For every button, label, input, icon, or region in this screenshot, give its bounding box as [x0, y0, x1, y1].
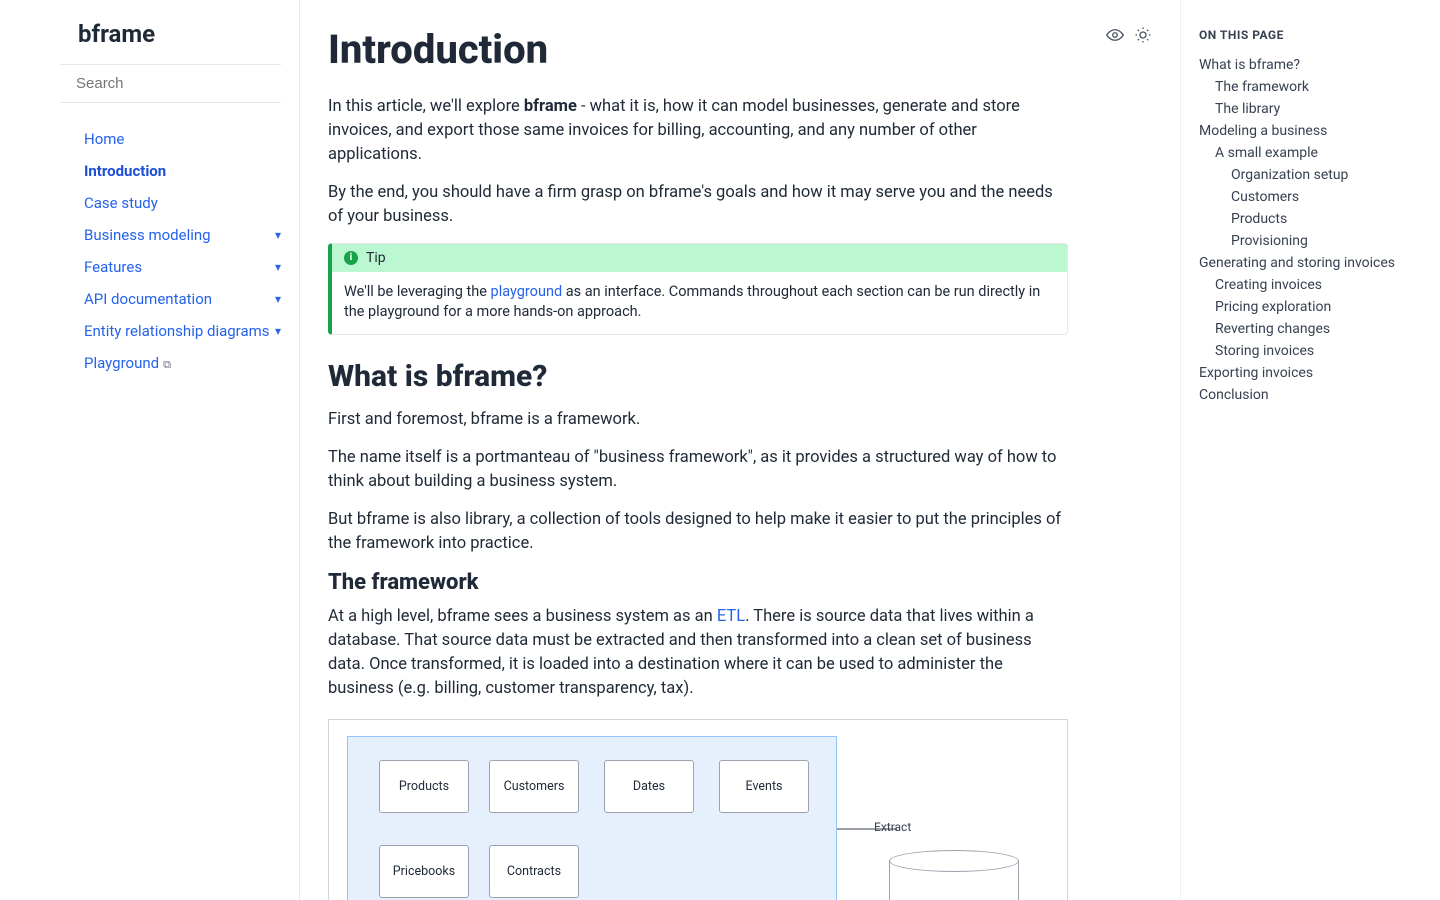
- brand-title[interactable]: bframe: [0, 20, 299, 64]
- main-content: Introduction In this article, we'll expl…: [300, 0, 1180, 900]
- intro-para-1: In this article, we'll explore bframe - …: [328, 95, 1068, 167]
- search-box[interactable]: [60, 64, 281, 103]
- sidebar-item-api-documentation[interactable]: API documentation▾: [78, 283, 287, 315]
- toc-item[interactable]: Modeling a business: [1199, 120, 1422, 142]
- toc-item[interactable]: Generating and storing invoices: [1199, 252, 1422, 274]
- toc-item[interactable]: Conclusion: [1199, 384, 1422, 406]
- toc-item[interactable]: Products: [1199, 208, 1422, 230]
- nav-list: HomeIntroductionCase studyBusiness model…: [0, 123, 299, 379]
- sidebar: bframe HomeIntroductionCase studyBusines…: [0, 0, 300, 900]
- para-framework-1: First and foremost, bframe is a framewor…: [328, 408, 1068, 432]
- section-what-is: What is bframe?: [328, 359, 1152, 394]
- toc-title: ON THIS PAGE: [1199, 28, 1422, 42]
- sidebar-item-entity-relationship-diagrams[interactable]: Entity relationship diagrams▾: [78, 315, 287, 347]
- theme-toggle-icon[interactable]: [1134, 26, 1152, 44]
- toc-item[interactable]: Reverting changes: [1199, 318, 1422, 340]
- sidebar-item-features[interactable]: Features▾: [78, 251, 287, 283]
- info-icon: i: [344, 251, 358, 265]
- external-link-icon: ⧉: [163, 358, 171, 371]
- diagram-box-contracts: Contracts: [489, 845, 579, 898]
- chevron-down-icon: ▾: [275, 228, 281, 242]
- toc-item[interactable]: What is bframe?: [1199, 54, 1422, 76]
- para-etl: At a high level, bframe sees a business …: [328, 605, 1068, 701]
- etl-diagram: Products Customers Dates Events Priceboo…: [328, 719, 1068, 900]
- sidebar-item-playground[interactable]: Playground⧉: [78, 347, 287, 379]
- etl-link[interactable]: ETL: [717, 607, 745, 626]
- diagram-arrow-label: Extract: [874, 820, 911, 834]
- chevron-down-icon: ▾: [275, 292, 281, 306]
- chevron-down-icon: ▾: [275, 260, 281, 274]
- tip-callout: i Tip We'll be leveraging the playground…: [328, 243, 1068, 336]
- tip-label: Tip: [366, 250, 386, 266]
- sidebar-item-introduction[interactable]: Introduction: [78, 155, 287, 187]
- para-framework-2: The name itself is a portmanteau of "bus…: [328, 446, 1068, 494]
- toc-item[interactable]: Exporting invoices: [1199, 362, 1422, 384]
- sidebar-item-case-study[interactable]: Case study: [78, 187, 287, 219]
- visibility-icon[interactable]: [1106, 26, 1124, 44]
- toc-item[interactable]: Organization setup: [1199, 164, 1422, 186]
- page-title: Introduction: [328, 26, 1152, 73]
- subsection-framework: The framework: [328, 570, 1152, 595]
- search-input[interactable]: [76, 75, 275, 92]
- sidebar-item-business-modeling[interactable]: Business modeling▾: [78, 219, 287, 251]
- toc-item[interactable]: Creating invoices: [1199, 274, 1422, 296]
- toc-item[interactable]: Pricing exploration: [1199, 296, 1422, 318]
- toc-item[interactable]: The framework: [1199, 76, 1422, 98]
- toolbar: [1106, 26, 1152, 44]
- diagram-box-customers: Customers: [489, 760, 579, 813]
- intro-para-2: By the end, you should have a firm grasp…: [328, 181, 1068, 229]
- diagram-box-dates: Dates: [604, 760, 694, 813]
- playground-link[interactable]: playground: [491, 283, 563, 300]
- toc-item[interactable]: Storing invoices: [1199, 340, 1422, 362]
- toc-item[interactable]: Provisioning: [1199, 230, 1422, 252]
- diagram-box-products: Products: [379, 760, 469, 813]
- toc-item[interactable]: A small example: [1199, 142, 1422, 164]
- diagram-box-pricebooks: Pricebooks: [379, 845, 469, 898]
- on-this-page: ON THIS PAGE What is bframe?The framewor…: [1180, 0, 1440, 900]
- toc-item[interactable]: The library: [1199, 98, 1422, 120]
- toc-item[interactable]: Customers: [1199, 186, 1422, 208]
- chevron-down-icon: ▾: [275, 324, 281, 338]
- toc-list: What is bframe?The frameworkThe libraryM…: [1199, 54, 1422, 406]
- diagram-box-events: Events: [719, 760, 809, 813]
- sidebar-item-home[interactable]: Home: [78, 123, 287, 155]
- para-framework-3: But bframe is also library, a collection…: [328, 508, 1068, 556]
